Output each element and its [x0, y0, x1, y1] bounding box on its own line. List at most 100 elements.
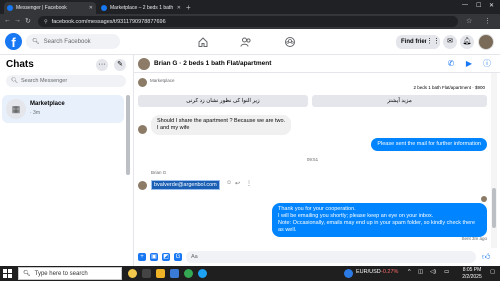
- conversation-time: · 3m: [30, 110, 40, 116]
- sticker-icon[interactable]: ◩: [162, 253, 170, 261]
- close-icon[interactable]: ✕: [89, 5, 93, 11]
- chat-title[interactable]: Brian G · 2 beds 1 bath Flat/apartment: [154, 60, 271, 67]
- chats-sidebar: Chats ··· ✎ 🔍︎ Search Messenger ▦ Market…: [0, 55, 134, 266]
- more-actions-icon[interactable]: ⋮: [246, 180, 252, 187]
- message-text: Thank you for your cooperation.: [278, 206, 356, 212]
- currency-label[interactable]: EUR/USD: [356, 269, 381, 275]
- react-emoji-icon[interactable]: ☺: [226, 180, 232, 186]
- message-outgoing[interactable]: Please sent the mail for further informa…: [371, 138, 487, 151]
- search-icon: 🔍︎: [23, 271, 31, 277]
- task-view-icon[interactable]: [142, 269, 151, 278]
- new-tab-button[interactable]: +: [186, 3, 191, 13]
- photo-icon[interactable]: ▣: [150, 253, 158, 261]
- messenger-favicon-icon: [7, 5, 13, 11]
- browser-tab-bar: Messenger | Facebook ✕ Marketplace – 2 b…: [0, 0, 500, 14]
- clock-date: 2/2/2025: [462, 273, 482, 280]
- currency-change[interactable]: -0.27%: [381, 269, 398, 275]
- reply-icon[interactable]: ↩: [235, 180, 240, 187]
- facebook-favicon-icon: [101, 5, 107, 11]
- edge-icon[interactable]: [198, 269, 207, 278]
- taskbar-search-input[interactable]: 🔍︎ Type here to search: [18, 267, 122, 280]
- new-message-icon[interactable]: ✎: [114, 59, 126, 71]
- conversation-item-marketplace[interactable]: ▦ Marketplace · 3m: [2, 95, 124, 123]
- sender-avatar: [138, 181, 147, 190]
- url-field[interactable]: ⚲ facebook.com/messages/t/93117909788776…: [38, 16, 458, 27]
- video-call-icon[interactable]: ▶: [464, 59, 474, 69]
- groups-icon[interactable]: [284, 36, 296, 48]
- windows-start-icon[interactable]: [3, 269, 12, 278]
- maximize-icon[interactable]: ☐: [476, 2, 481, 9]
- messenger-icon[interactable]: ✉: [443, 35, 457, 49]
- chats-title: Chats: [6, 59, 34, 70]
- windows-taskbar: 🔍︎ Type here to search EUR/USD -0.27% ^ …: [0, 266, 500, 281]
- listing-info[interactable]: 2 beds 1 bath Flat/apartment · $900: [413, 85, 485, 90]
- currency-ticker-icon: [344, 269, 353, 278]
- message-incoming[interactable]: Should I share the apartment ? Because w…: [151, 115, 292, 135]
- home-icon[interactable]: [197, 36, 209, 48]
- contact-avatar[interactable]: [138, 58, 150, 70]
- like-icon[interactable]: 👍︎: [482, 252, 490, 262]
- quick-reply-button[interactable]: زیر النوا کی نظور نشان زد کرنی: [138, 95, 308, 107]
- marketplace-label: Marketplace: [150, 78, 175, 83]
- back-icon[interactable]: ←: [4, 17, 11, 24]
- chrome-icon[interactable]: [184, 269, 193, 278]
- search-icon: 🔍︎: [11, 78, 18, 84]
- facebook-logo[interactable]: f: [5, 33, 22, 50]
- menu-grid-icon[interactable]: ⋮⋮: [426, 35, 440, 49]
- facebook-search-input[interactable]: 🔍︎ Search Facebook: [26, 34, 120, 49]
- tab-messenger[interactable]: Messenger | Facebook ✕: [4, 2, 96, 14]
- battery-icon[interactable]: ▭: [444, 269, 449, 275]
- more-options-button[interactable]: مزید آپشنز: [312, 95, 487, 107]
- close-window-icon[interactable]: ✕: [489, 2, 494, 9]
- weather-widget-icon[interactable]: [128, 269, 137, 278]
- search-placeholder: Search Facebook: [43, 38, 91, 45]
- chat-header: Brian G · 2 beds 1 bath Flat/apartment ✆…: [134, 55, 500, 73]
- read-receipt-avatar: [481, 196, 487, 202]
- message-outgoing[interactable]: Thank you for your cooperation. I will b…: [272, 203, 487, 237]
- notifications-bell-icon[interactable]: 🔔︎: [460, 35, 474, 49]
- add-icon[interactable]: +: [138, 253, 146, 261]
- tab-marketplace[interactable]: Marketplace – 2 beds 1 bath Fl... ✕: [98, 2, 184, 14]
- notification-center-icon[interactable]: ▢: [490, 269, 495, 275]
- minimize-icon[interactable]: —: [462, 2, 468, 8]
- volume-icon[interactable]: ◁): [430, 269, 436, 275]
- search-messenger-input[interactable]: 🔍︎ Search Messenger: [6, 75, 126, 87]
- site-info-icon[interactable]: ⚲: [44, 19, 48, 25]
- message-text: Should I share the apartment ? Because w…: [157, 118, 286, 124]
- phone-icon[interactable]: ✆: [446, 59, 456, 69]
- message-text: I and my wife: [157, 125, 190, 131]
- message-input[interactable]: Aa: [186, 251, 476, 263]
- system-clock[interactable]: 8:05 PM 2/2/2025: [457, 267, 487, 280]
- time-divider: 09:51: [306, 157, 319, 162]
- tab-title: Messenger | Facebook: [16, 5, 67, 11]
- more-options-icon[interactable]: ···: [96, 59, 108, 71]
- profile-avatar[interactable]: [478, 34, 494, 50]
- network-icon[interactable]: ◫: [418, 269, 423, 275]
- show-hidden-icons-icon[interactable]: ^: [408, 269, 411, 275]
- taskbar-search-placeholder: Type here to search: [34, 270, 88, 277]
- message-text: Note: Occasionally, emails may end up in…: [278, 220, 476, 233]
- scrollbar-thumb[interactable]: [492, 188, 496, 228]
- forward-icon[interactable]: →: [14, 17, 21, 24]
- reload-icon[interactable]: ↻: [25, 17, 31, 25]
- search-placeholder: Search Messenger: [20, 78, 68, 84]
- bookmark-star-icon[interactable]: ☆: [466, 17, 472, 25]
- store-icon[interactable]: [170, 269, 179, 278]
- url-text: facebook.com/messages/t/9311790978877696: [51, 18, 166, 25]
- gif-icon[interactable]: G: [174, 253, 182, 261]
- info-icon[interactable]: ⓘ: [482, 59, 492, 69]
- file-explorer-icon[interactable]: [156, 269, 165, 278]
- tab-title: Marketplace – 2 beds 1 bath Fl...: [110, 5, 174, 11]
- friends-icon[interactable]: [240, 36, 252, 48]
- search-icon: 🔍︎: [32, 39, 40, 45]
- marketplace-store-icon: ▦: [6, 99, 26, 119]
- address-bar-row: ← → ↻ ⚲ facebook.com/messages/t/93117909…: [0, 14, 500, 29]
- message-email-selected[interactable]: bvalverde@argenbol.com: [151, 180, 220, 190]
- close-icon[interactable]: ✕: [177, 5, 181, 11]
- browser-menu-icon[interactable]: ⋮: [484, 17, 491, 25]
- message-text: I will be emailing you shortly; please k…: [278, 213, 434, 219]
- sender-name: Brian G: [151, 170, 167, 175]
- chat-scrollbar[interactable]: [491, 73, 497, 248]
- sidebar-scrollbar[interactable]: [126, 95, 130, 175]
- sender-avatar: [138, 125, 147, 134]
